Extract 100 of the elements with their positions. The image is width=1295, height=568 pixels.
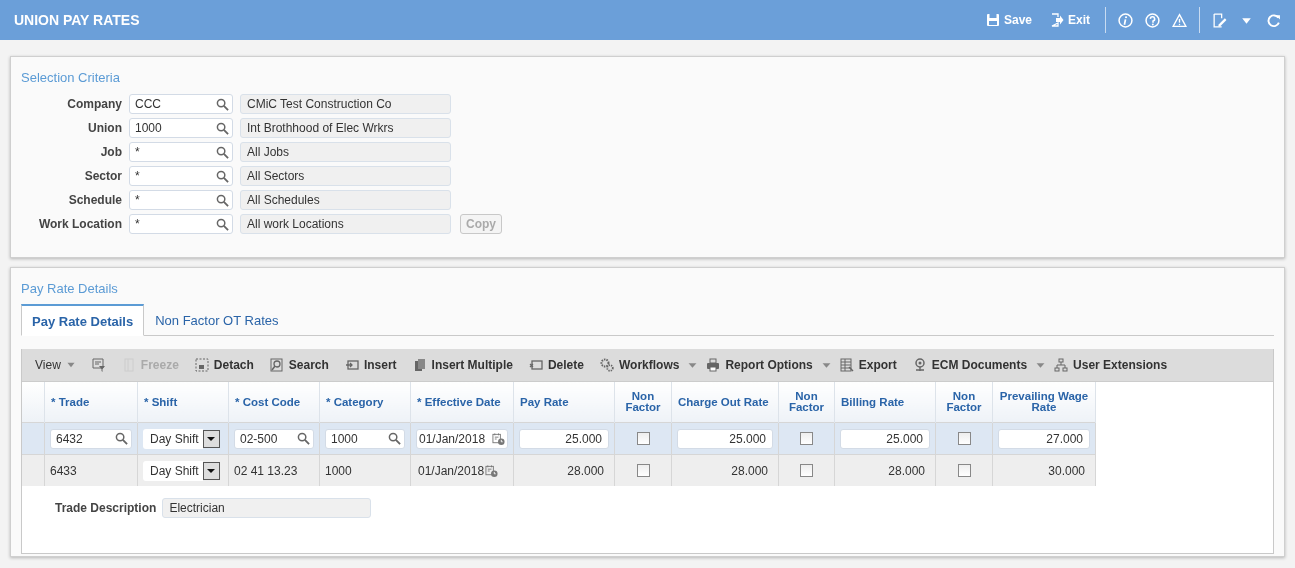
description-field: All Schedules [240, 190, 451, 210]
field-label: Work Location [37, 217, 122, 231]
toolbar-button[interactable]: Insert Multiple [404, 353, 521, 377]
column-header: Non Factor [778, 382, 835, 423]
table-cell: 30.000 [992, 454, 1096, 486]
toolbar-button[interactable]: Insert [336, 353, 405, 377]
lookup-field[interactable]: * [129, 190, 233, 210]
lookup-field[interactable]: 1000 [325, 428, 405, 449]
checkbox[interactable] [957, 464, 971, 477]
lookup-field[interactable]: 6432 [50, 428, 132, 449]
toolbar-button[interactable]: Search [261, 353, 337, 377]
insert-icon [344, 358, 359, 372]
section-title: Selection Criteria [20, 69, 120, 85]
field-label: Trade Description [55, 501, 157, 515]
warning-icon[interactable] [1172, 12, 1187, 28]
table-cell: 28.000 [513, 454, 615, 486]
table-cell: 02 41 13.23 [228, 454, 320, 486]
checkbox[interactable] [800, 464, 813, 477]
table-cell: 28.000 [834, 454, 936, 486]
description-field: CMiC Test Construction Co [240, 94, 451, 114]
search-icon[interactable] [115, 432, 128, 445]
toolbar-button[interactable]: User Extensions [1046, 353, 1176, 377]
printer-icon [706, 358, 721, 372]
input-field[interactable]: 25.000 [840, 428, 930, 449]
calendar-icon[interactable] [485, 463, 499, 478]
toolbar-button[interactable]: Delete [520, 353, 592, 377]
column-header: Billing Rate [834, 382, 936, 423]
toolbar-button[interactable]: ECM Documents [904, 353, 1036, 377]
search-icon[interactable] [388, 432, 401, 445]
column-header: Non Factor [935, 382, 993, 423]
field-label: Company [66, 97, 122, 111]
search-icon[interactable] [216, 193, 229, 207]
hierarchy-icon [1054, 358, 1069, 372]
dropdown-value[interactable]: Day Shift [143, 460, 203, 481]
exit-icon [1050, 13, 1064, 27]
column-header: Pay Rate [513, 382, 615, 423]
tab[interactable]: Pay Rate Details [21, 304, 145, 336]
checkbox[interactable] [636, 464, 650, 477]
spreadsheet-icon [839, 358, 854, 372]
lookup-field[interactable]: * [129, 142, 233, 162]
page-title: UNION PAY RATES [14, 12, 141, 28]
help-icon[interactable] [1145, 12, 1160, 28]
toolbar-button[interactable]: Export [831, 353, 905, 377]
table-cell: 01/Jan/2018 [416, 463, 508, 478]
description-field: Int Brothhood of Elec Wrkrs [240, 118, 451, 138]
toolbar-button[interactable]: Detach [186, 353, 262, 377]
checkbox[interactable] [636, 432, 650, 445]
table-cell: 1000 [319, 454, 411, 486]
field-label: Schedule [67, 193, 122, 207]
field-label: Job [99, 145, 122, 159]
lookup-field[interactable]: * [129, 166, 233, 186]
search-icon [269, 358, 284, 372]
gears-icon [599, 358, 614, 372]
save-icon [985, 13, 1000, 27]
detach-icon [194, 358, 209, 372]
input-field[interactable]: 25.000 [677, 428, 773, 449]
description-field: All work Locations [240, 214, 451, 234]
column-header: Charge Out Rate [671, 382, 779, 423]
refresh-icon[interactable] [1266, 12, 1281, 28]
search-icon[interactable] [216, 145, 229, 159]
search-icon[interactable] [216, 169, 229, 183]
input-field[interactable]: 27.000 [998, 428, 1090, 449]
description-field: All Sectors [240, 166, 451, 186]
search-icon[interactable] [216, 97, 229, 111]
search-icon[interactable] [297, 432, 310, 445]
column-header: * Effective Date [410, 382, 514, 423]
filter-icon [91, 358, 106, 372]
table-cell: 6433 [44, 454, 138, 486]
lookup-field[interactable]: CCC [129, 94, 233, 114]
column-header: * Category [319, 382, 411, 423]
toolbar-button[interactable]: View [27, 353, 84, 377]
column-header: Prevailing Wage Rate [992, 382, 1096, 423]
toolbar-button[interactable]: Workflows [591, 353, 688, 377]
table-cell: 28.000 [671, 454, 779, 486]
column-header: Non Factor [614, 382, 672, 423]
input-field[interactable]: 25.000 [519, 428, 609, 449]
insert-multiple-icon [412, 358, 427, 372]
column-header: * Cost Code [228, 382, 320, 423]
checkbox[interactable] [957, 432, 971, 445]
column-header: * Trade [44, 382, 138, 423]
dropdown-value[interactable]: Day Shift [143, 428, 203, 449]
section-title: Pay Rate Details [20, 280, 118, 296]
date-field[interactable]: 01/Jan/2018 [416, 428, 508, 449]
edit-icon[interactable] [1212, 12, 1227, 28]
lookup-field[interactable]: * [129, 214, 233, 234]
checkbox[interactable] [800, 432, 813, 445]
calendar-icon[interactable] [492, 431, 505, 446]
column-header: * Shift [137, 382, 229, 423]
description-field: All Jobs [240, 142, 451, 162]
search-icon[interactable] [216, 121, 229, 135]
search-icon[interactable] [216, 217, 229, 231]
info-icon[interactable] [1118, 12, 1133, 28]
description-field: Electrician [162, 498, 372, 518]
tab[interactable]: Non Factor OT Rates [144, 304, 290, 335]
field-label: Union [87, 121, 122, 135]
toolbar-button[interactable]: Report Options [698, 353, 821, 377]
lookup-field[interactable]: 1000 [129, 118, 233, 138]
lookup-field[interactable]: 02-500 [234, 428, 314, 449]
field-label: Sector [83, 169, 122, 183]
delete-icon [528, 358, 543, 372]
